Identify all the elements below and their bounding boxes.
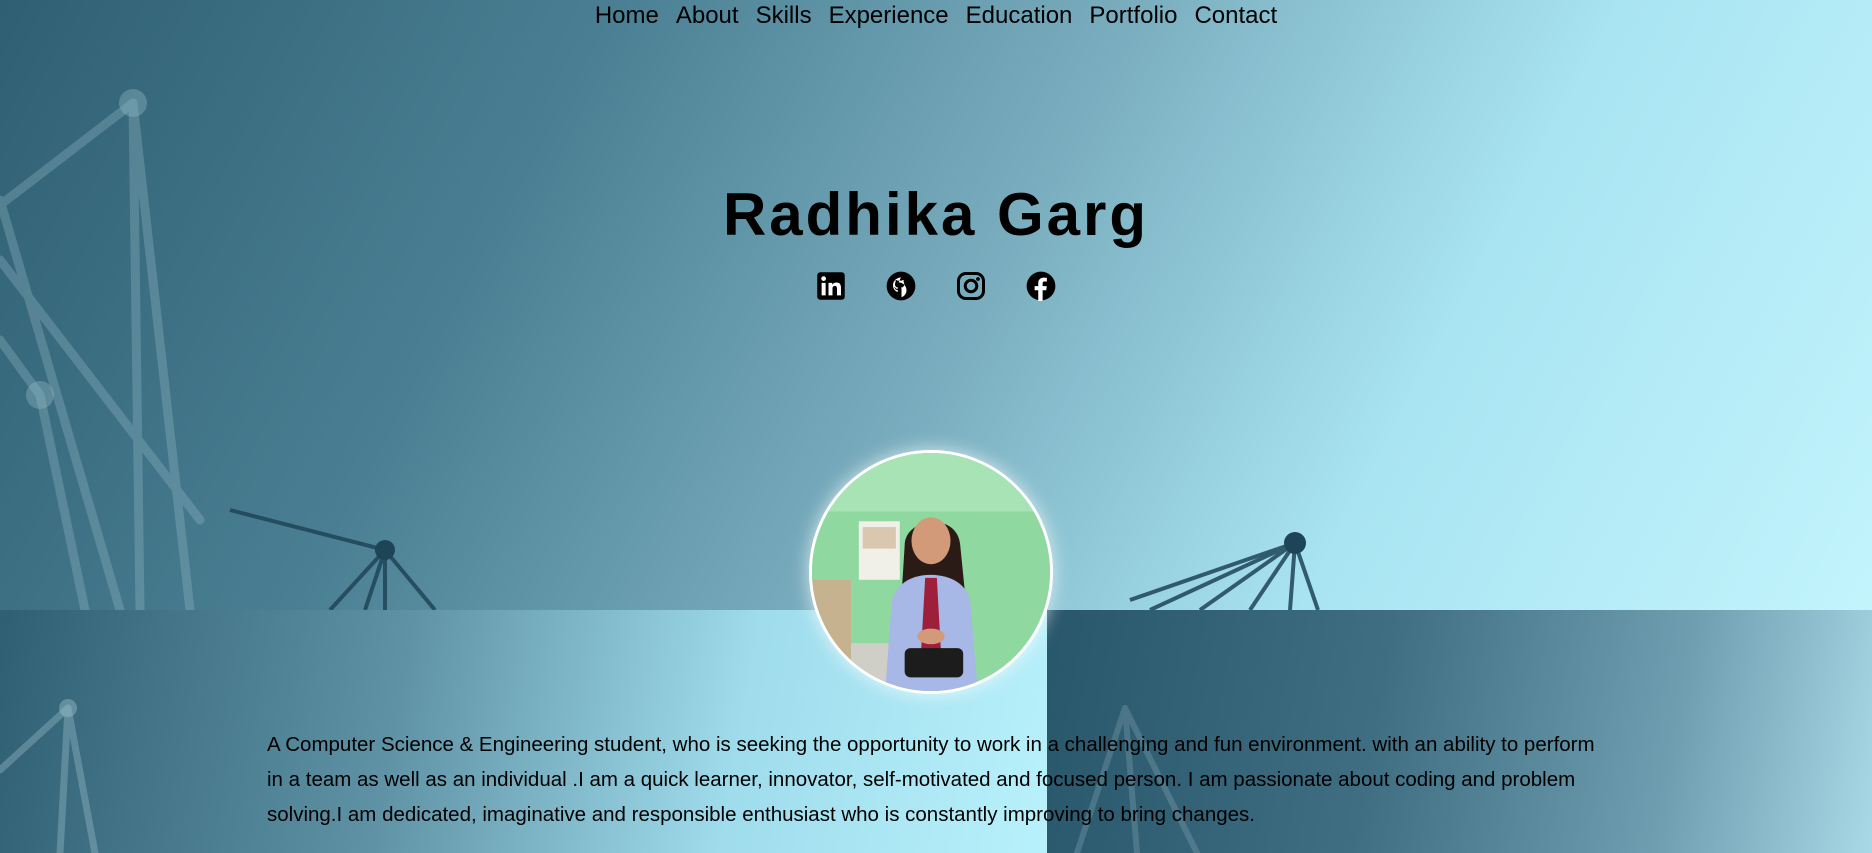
- nav-portfolio[interactable]: Portfolio: [1081, 0, 1186, 32]
- nav-skills[interactable]: Skills: [747, 0, 820, 32]
- main-nav: Home About Skills Experience Education P…: [0, 0, 1872, 32]
- nav-about[interactable]: About: [667, 0, 747, 32]
- facebook-icon[interactable]: [1026, 271, 1056, 301]
- linkedin-icon[interactable]: [816, 271, 846, 301]
- nav-experience[interactable]: Experience: [820, 0, 957, 32]
- hero-name: Radhika Garg: [722, 181, 1150, 248]
- github-icon[interactable]: [886, 271, 916, 301]
- about-bio: A Computer Science & Engineering student…: [267, 733, 1595, 826]
- instagram-icon[interactable]: [956, 271, 986, 301]
- nav-education[interactable]: Education: [957, 0, 1081, 32]
- profile-photo: [809, 450, 1053, 694]
- social-links: [0, 271, 1872, 301]
- nav-contact[interactable]: Contact: [1186, 0, 1286, 32]
- nav-home[interactable]: Home: [586, 0, 667, 32]
